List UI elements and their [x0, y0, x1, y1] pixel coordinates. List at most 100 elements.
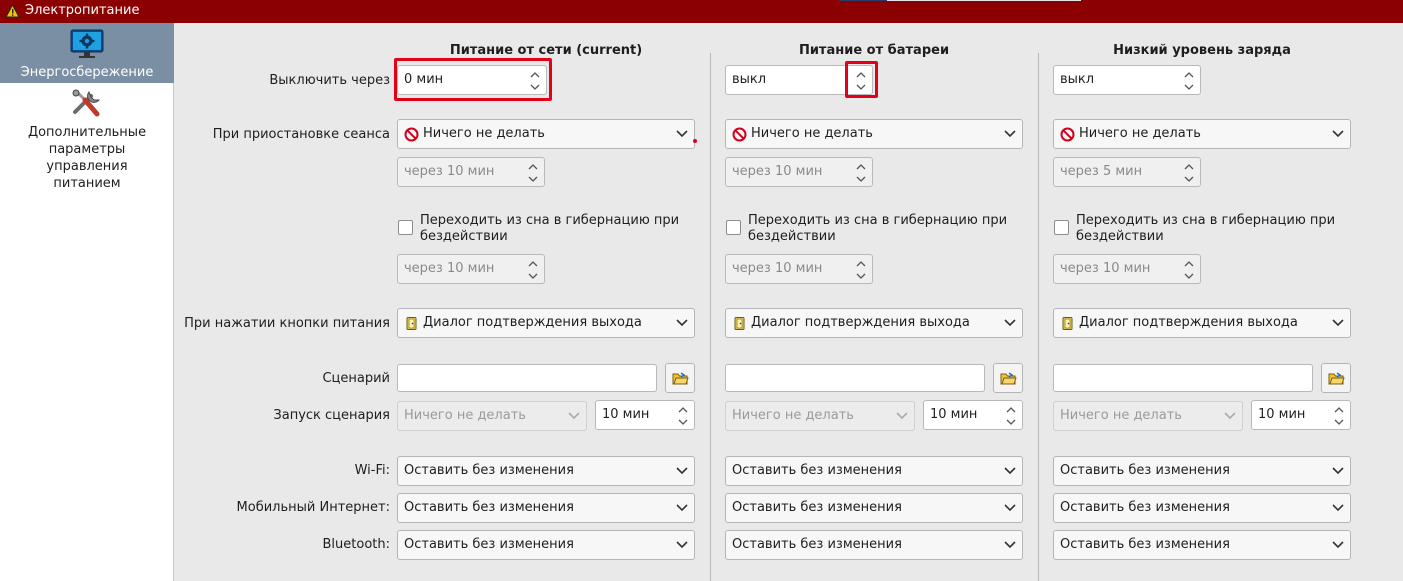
chevron-down-icon[interactable] — [1334, 415, 1344, 427]
bluetooth-select[interactable]: Оставить без изменения — [397, 530, 695, 560]
chevron-down-icon[interactable] — [528, 269, 538, 281]
spin-arrows[interactable] — [850, 255, 872, 283]
wifi-select[interactable]: Оставить без изменения — [1053, 456, 1351, 486]
spin-arrows[interactable] — [1178, 158, 1200, 186]
hibernate-after-spinbox[interactable]: через 10 мин — [1053, 254, 1201, 284]
hibernate-checkbox-label: Переходить из сна в гибернацию при безде… — [748, 213, 1008, 244]
spin-arrows[interactable] — [850, 158, 872, 186]
browse-script-button[interactable] — [993, 363, 1023, 393]
spin-arrows[interactable] — [672, 401, 694, 429]
script-run-after-spinbox[interactable]: 10 мин — [595, 400, 695, 430]
suspend-action-select[interactable]: Ничего не делать — [725, 119, 1023, 149]
chevron-down-icon[interactable] — [530, 80, 540, 92]
wifi-select[interactable]: Оставить без изменения — [725, 456, 1023, 486]
hibernate-checkbox[interactable] — [398, 220, 413, 235]
column-divider — [1038, 53, 1039, 581]
chevron-down-icon — [1332, 130, 1344, 138]
select-value: Ничего не делать — [1060, 408, 1182, 423]
chevron-down-icon[interactable] — [1184, 80, 1194, 92]
mobile-internet-select[interactable]: Оставить без изменения — [1053, 493, 1351, 523]
chevron-up-icon[interactable] — [1334, 403, 1344, 415]
chevron-up-icon[interactable] — [1184, 160, 1194, 172]
suspend-after-spinbox[interactable]: через 5 мин — [1053, 157, 1201, 187]
suspend-action-select[interactable]: Ничего не делать — [397, 119, 695, 149]
chevron-down-icon — [1332, 319, 1344, 327]
spin-arrows[interactable] — [522, 158, 544, 186]
chevron-up-icon[interactable] — [530, 68, 540, 80]
suspend-action-select[interactable]: Ничего не делать — [1053, 119, 1351, 149]
script-path-input[interactable] — [1053, 364, 1313, 392]
shutdown-after-spinbox[interactable]: выкл — [1053, 65, 1201, 95]
browse-script-button[interactable] — [1321, 363, 1351, 393]
chevron-down-icon[interactable] — [856, 172, 866, 184]
spinbox-value: выкл — [732, 72, 767, 87]
hibernate-after-spinbox[interactable]: через 10 мин — [397, 254, 545, 284]
script-run-action-select[interactable]: Ничего не делать — [1053, 401, 1243, 431]
script-run-after-spinbox[interactable]: 10 мин — [1251, 400, 1351, 430]
bluetooth-select[interactable]: Оставить без изменения — [1053, 530, 1351, 560]
mobile-internet-select[interactable]: Оставить без изменения — [725, 493, 1023, 523]
mobile-internet-select[interactable]: Оставить без изменения — [397, 493, 695, 523]
browse-script-button[interactable] — [665, 363, 695, 393]
hibernate-checkbox[interactable] — [1054, 220, 1069, 235]
chevron-up-icon[interactable] — [856, 68, 866, 80]
column-header: Низкий уровень заряда — [1113, 43, 1291, 58]
shutdown-after-spinbox[interactable]: 0 мин — [397, 65, 547, 95]
select-value: Оставить без изменения — [1060, 463, 1230, 478]
tools-icon — [72, 89, 101, 117]
script-run-after-spinbox[interactable]: 10 мин — [923, 400, 1023, 430]
chevron-down-icon[interactable] — [856, 269, 866, 281]
bluetooth-select[interactable]: Оставить без изменения — [725, 530, 1023, 560]
spinbox-value: 10 мин — [1258, 407, 1306, 422]
chevron-up-icon[interactable] — [856, 257, 866, 269]
spinbox-value: 10 мин — [602, 407, 650, 422]
hibernate-checkbox[interactable] — [726, 220, 741, 235]
chevron-down-icon[interactable] — [1006, 415, 1016, 427]
logout-dialog-icon — [734, 317, 745, 330]
power-button-action-select[interactable]: Диалог подтверждения выхода — [725, 308, 1023, 338]
chevron-down-icon[interactable] — [678, 415, 688, 427]
shutdown-after-spinbox[interactable]: выкл — [725, 65, 873, 95]
chevron-down-icon — [1224, 412, 1236, 420]
chevron-up-icon[interactable] — [1184, 68, 1194, 80]
script-path-input[interactable] — [725, 364, 985, 392]
select-value: Оставить без изменения — [1060, 500, 1230, 515]
spin-arrows[interactable] — [524, 66, 546, 94]
spin-arrows[interactable] — [1328, 401, 1350, 429]
script-path-input[interactable] — [397, 364, 657, 392]
suspend-after-spinbox[interactable]: через 10 мин — [397, 157, 545, 187]
spinbox-value: через 10 мин — [732, 261, 823, 276]
script-run-action-select[interactable]: Ничего не делать — [397, 401, 587, 431]
chevron-up-icon[interactable] — [1184, 257, 1194, 269]
chevron-up-icon[interactable] — [1006, 403, 1016, 415]
sidebar-item-advanced-power[interactable]: Дополнительные параметры управления пита… — [0, 85, 174, 195]
spin-arrows[interactable] — [1178, 255, 1200, 283]
chevron-down-icon[interactable] — [1184, 172, 1194, 184]
suspend-after-spinbox[interactable]: через 10 мин — [725, 157, 873, 187]
power-button-action-select[interactable]: Диалог подтверждения выхода — [397, 308, 695, 338]
sidebar-item-energy-saving[interactable]: Энергосбережение — [0, 23, 174, 83]
chevron-down-icon[interactable] — [528, 172, 538, 184]
spin-arrows[interactable] — [522, 255, 544, 283]
spinbox-value: 10 мин — [930, 407, 978, 422]
no-action-icon — [732, 127, 747, 142]
chevron-up-icon[interactable] — [528, 160, 538, 172]
folder-open-icon — [1000, 372, 1017, 385]
select-value: Оставить без изменения — [404, 463, 574, 478]
titlebar-progress-strip-fill — [839, 0, 887, 1]
select-value: Ничего не делать — [751, 126, 873, 141]
spin-arrows[interactable] — [1178, 66, 1200, 94]
chevron-up-icon[interactable] — [678, 403, 688, 415]
spin-arrows[interactable] — [1000, 401, 1022, 429]
chevron-up-icon[interactable] — [528, 257, 538, 269]
wifi-select[interactable]: Оставить без изменения — [397, 456, 695, 486]
script-run-action-select[interactable]: Ничего не делать — [725, 401, 915, 431]
chevron-down-icon — [896, 412, 908, 420]
chevron-down-icon[interactable] — [1184, 269, 1194, 281]
power-button-action-select[interactable]: Диалог подтверждения выхода — [1053, 308, 1351, 338]
spin-arrows[interactable] — [850, 66, 872, 94]
chevron-up-icon[interactable] — [856, 160, 866, 172]
chevron-down-icon[interactable] — [856, 80, 866, 92]
select-value: Диалог подтверждения выхода — [751, 315, 970, 330]
hibernate-after-spinbox[interactable]: через 10 мин — [725, 254, 873, 284]
